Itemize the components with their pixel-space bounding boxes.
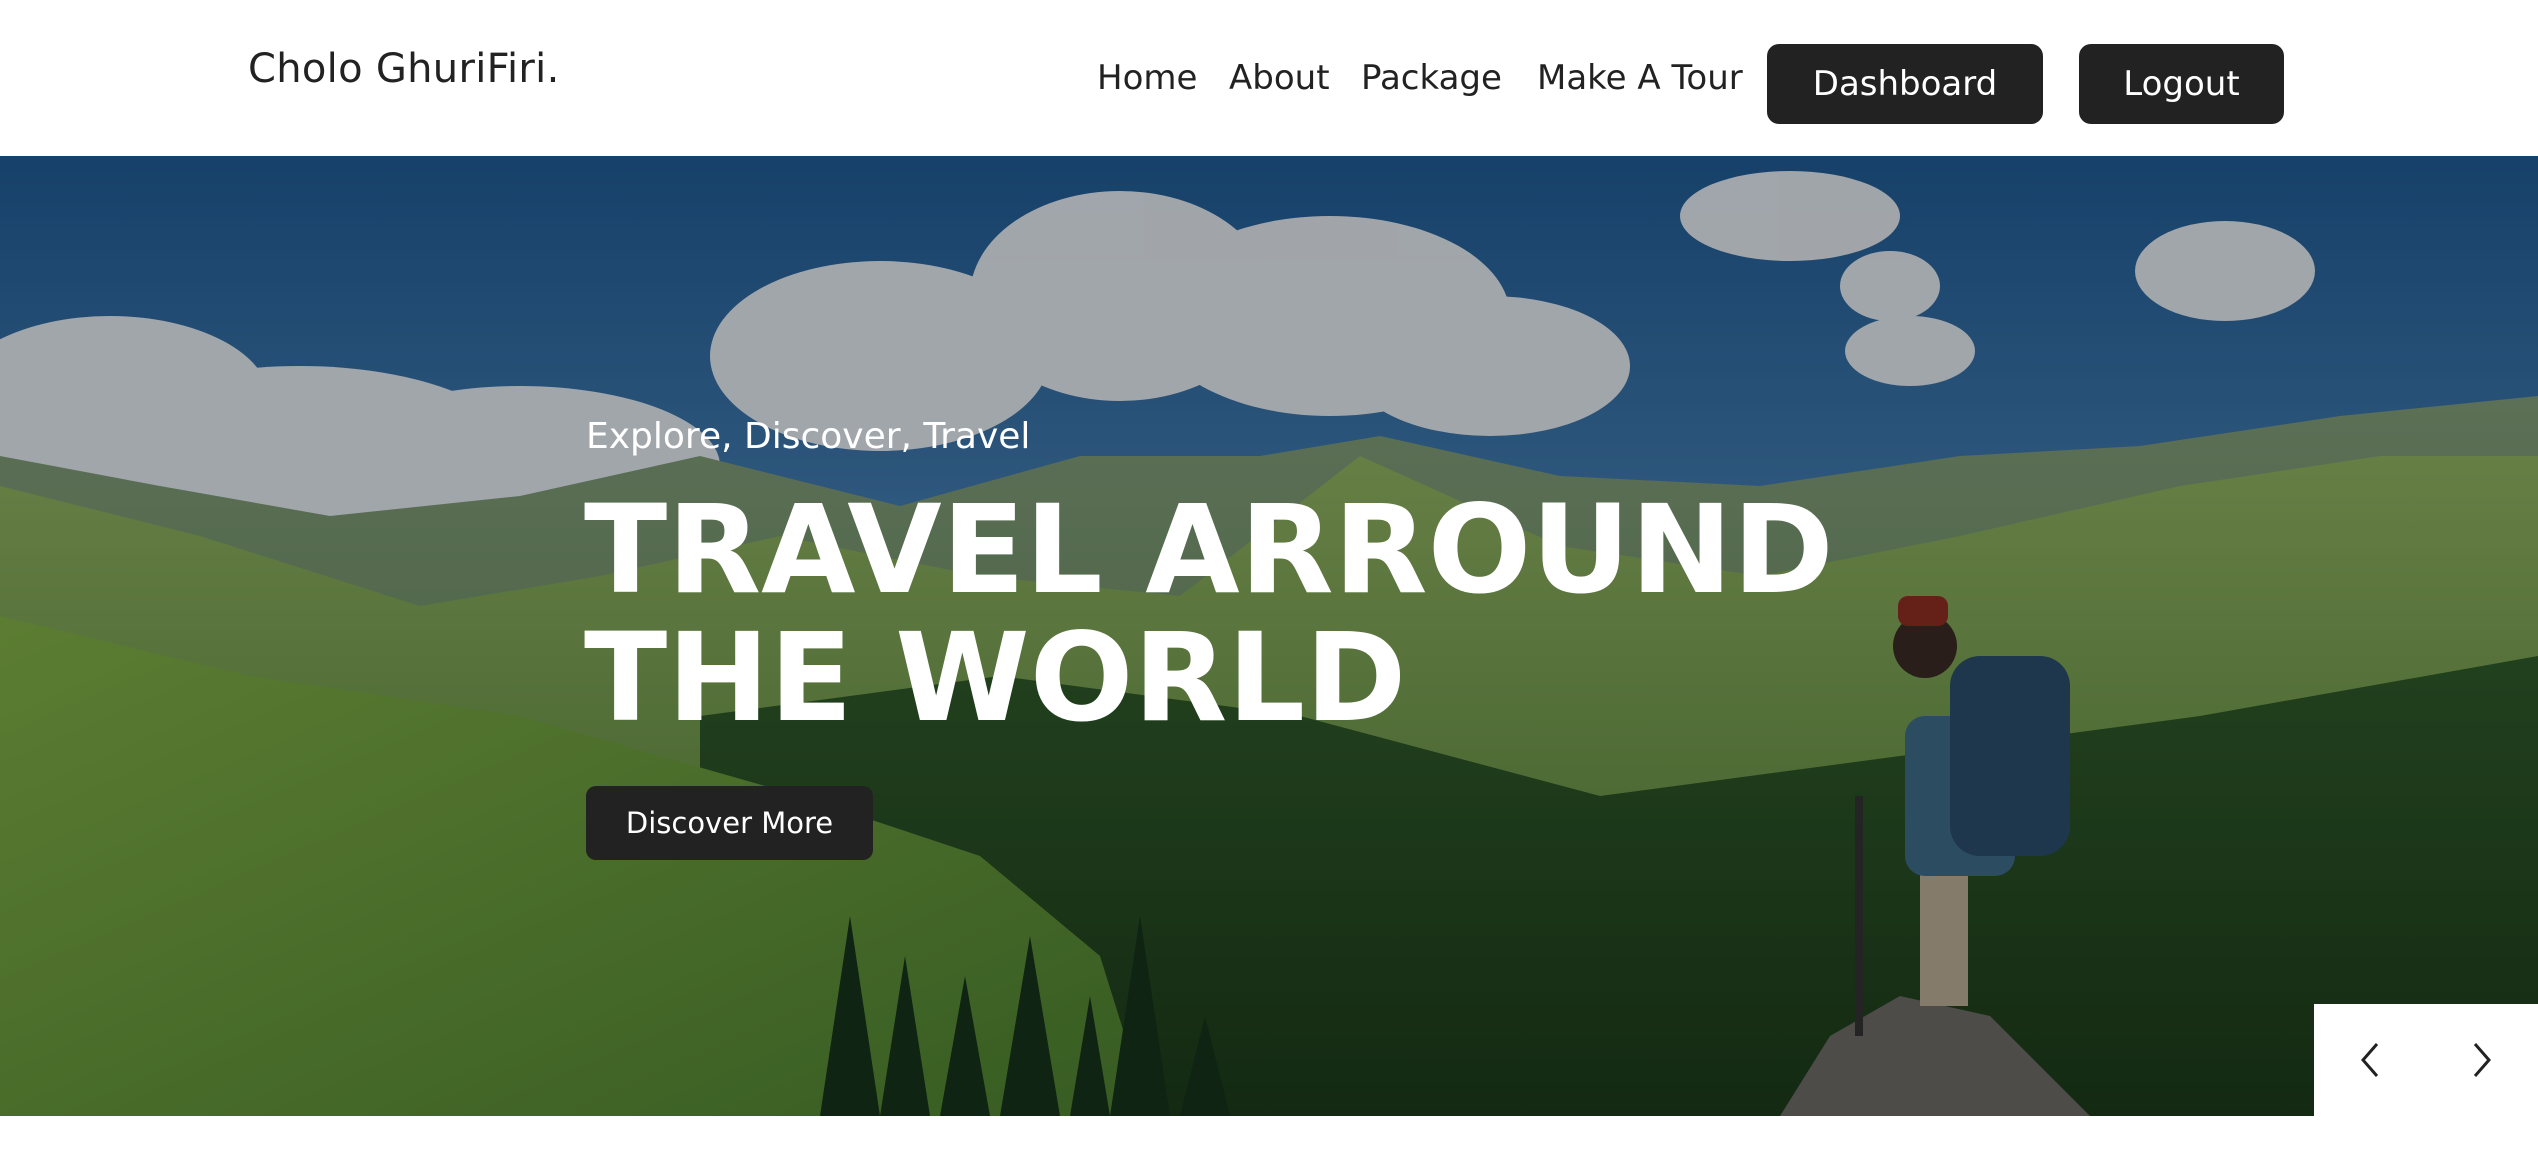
slider-prev-button[interactable]	[2314, 1004, 2426, 1116]
nav-make-a-tour[interactable]: Make A Tour	[1537, 58, 1743, 98]
nav-home[interactable]: Home	[1097, 58, 1197, 98]
logout-button[interactable]: Logout	[2079, 44, 2284, 124]
nav-about[interactable]: About	[1229, 58, 1330, 98]
chevron-left-icon	[2361, 1043, 2379, 1077]
hero-headline: TRAVEL ARROUND THE WORLD	[584, 486, 1834, 742]
brand-logo[interactable]: Cholo GhuriFiri.	[248, 46, 560, 92]
hero-headline-line-2: THE WORLD	[584, 607, 1407, 749]
discover-more-button[interactable]: Discover More	[586, 786, 873, 860]
nav-package[interactable]: Package	[1361, 58, 1502, 98]
hero-banner: Explore, Discover, Travel TRAVEL ARROUND…	[0, 156, 2538, 1116]
hero-headline-line-1: TRAVEL ARROUND	[584, 479, 1834, 621]
slider-controls	[2314, 1004, 2538, 1116]
slider-next-button[interactable]	[2426, 1004, 2538, 1116]
chevron-right-icon	[2473, 1043, 2491, 1077]
hero-tagline: Explore, Discover, Travel	[586, 416, 1031, 457]
dashboard-button[interactable]: Dashboard	[1767, 44, 2043, 124]
site-header: Cholo GhuriFiri. Home About Package Make…	[0, 0, 2538, 156]
